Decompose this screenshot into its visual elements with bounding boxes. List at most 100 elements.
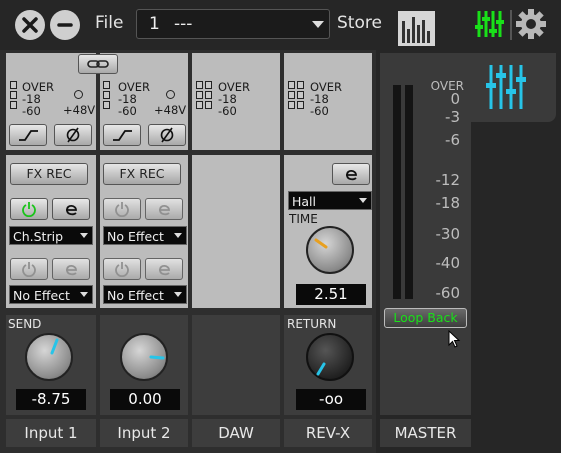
mixer-tab[interactable] <box>471 53 556 122</box>
meter-60-label: -60 <box>218 104 237 118</box>
strip-name-master: MASTER <box>380 419 471 447</box>
input2-effect2-value: No Effect <box>107 288 164 303</box>
input2-effect2-select[interactable]: No Effect <box>103 285 187 304</box>
gear-icon <box>516 9 546 39</box>
input1-level-meter <box>10 81 17 109</box>
edit-effect-icon <box>66 264 77 276</box>
highpass-filter-icon <box>19 130 38 141</box>
input2-fx-rec-button[interactable]: FX REC <box>103 163 181 185</box>
master-scale-3: -3 <box>445 108 460 126</box>
loop-back-button[interactable]: Loop Back <box>384 308 467 328</box>
input1-effect1-power-button[interactable] <box>10 198 48 220</box>
chevron-down-icon <box>80 292 88 297</box>
scene-select[interactable]: 1 --- <box>136 9 330 39</box>
input2-hpf-button[interactable] <box>103 124 141 146</box>
meter-view-button[interactable] <box>398 11 435 46</box>
input1-effect2-power-button[interactable] <box>10 258 48 280</box>
knob-indicator-icon <box>50 338 59 355</box>
meter-led <box>10 91 17 99</box>
meter-led <box>196 91 203 99</box>
link-button[interactable] <box>78 54 118 74</box>
input1-effect1-select[interactable]: Ch.Strip <box>9 226 93 245</box>
input2-level-meter <box>103 81 110 109</box>
chevron-down-icon <box>312 21 324 28</box>
highpass-filter-icon <box>113 130 132 141</box>
scene-number: 1 <box>149 14 160 34</box>
master-scale-18: -18 <box>435 194 461 212</box>
meter-led <box>288 91 295 99</box>
input1-phase-button[interactable] <box>54 124 92 146</box>
meter-led <box>297 91 304 99</box>
input1-effect2-edit-button[interactable] <box>52 258 90 280</box>
meter-led <box>196 81 203 89</box>
daw-meter-labels: OVER -18 -60 <box>218 81 250 117</box>
meter-led <box>196 101 203 109</box>
revx-edit-button[interactable] <box>332 163 370 185</box>
phase-icon <box>66 127 80 143</box>
input1-meter-labels: OVER -18 -60 <box>22 81 54 117</box>
master-scale-0: 0 <box>450 90 460 108</box>
store-button[interactable]: Store <box>337 13 382 33</box>
input1-phantom-label: +48V <box>63 103 96 117</box>
revx-return-knob[interactable] <box>306 333 354 381</box>
input2-effect2-power-button[interactable] <box>103 258 141 280</box>
meter-led <box>297 101 304 109</box>
input2-send-knob[interactable] <box>120 333 168 381</box>
input2-effect1-select[interactable]: No Effect <box>103 226 187 245</box>
reverb-type-select[interactable]: Hall <box>288 191 372 210</box>
mixer-view-button[interactable] <box>474 8 504 40</box>
input1-effect1-value: Ch.Strip <box>13 229 64 244</box>
meter-60-label: -60 <box>22 104 41 118</box>
phase-icon <box>160 127 174 143</box>
power-icon <box>22 202 36 217</box>
knob-indicator-icon <box>149 355 165 360</box>
meter-led <box>103 101 110 109</box>
input1-effect2-select[interactable]: No Effect <box>9 285 93 304</box>
phantom-led-icon <box>74 90 83 99</box>
chevron-down-icon <box>359 198 367 203</box>
meter-led <box>297 81 304 89</box>
time-value-display: 2.51 <box>296 284 366 305</box>
meter-led <box>205 91 212 99</box>
mixer-faders-icon <box>486 65 526 109</box>
time-knob[interactable] <box>306 226 354 274</box>
input2-send-value: 0.00 <box>110 389 180 410</box>
input2-effect1-value: No Effect <box>107 229 164 244</box>
input2-effect2-edit-button[interactable] <box>145 258 183 280</box>
time-label: TIME <box>289 212 318 226</box>
minimize-button[interactable] <box>50 10 80 40</box>
knob-indicator-icon <box>316 362 326 376</box>
settings-button[interactable] <box>515 8 547 40</box>
input1-fx-rec-button[interactable]: FX REC <box>10 163 88 185</box>
power-icon <box>115 262 129 277</box>
link-icon <box>87 60 109 68</box>
input2-phase-button[interactable] <box>148 124 186 146</box>
input2-effect1-edit-button[interactable] <box>145 198 183 220</box>
power-icon <box>22 262 36 277</box>
edit-effect-icon <box>159 204 170 216</box>
toolbar-divider <box>510 10 512 40</box>
daw-fx-section <box>192 155 280 308</box>
input1-hpf-button[interactable] <box>9 124 47 146</box>
master-scale-30: -30 <box>435 225 461 243</box>
strip-name-input2: Input 2 <box>100 419 188 447</box>
strip-name-daw: DAW <box>192 419 280 447</box>
meter-led <box>10 101 17 109</box>
input2-phantom-label: +48V <box>154 103 187 117</box>
input2-effect1-power-button[interactable] <box>103 198 141 220</box>
chevron-down-icon <box>80 233 88 238</box>
meter-bars-icon <box>402 17 430 43</box>
input1-effect1-edit-button[interactable] <box>52 198 90 220</box>
return-label: RETURN <box>287 317 337 331</box>
file-menu[interactable]: File <box>95 13 123 33</box>
meter-60-label: -60 <box>118 104 137 118</box>
input1-send-value: -8.75 <box>16 389 86 410</box>
edit-effect-icon <box>346 169 357 181</box>
meter-led <box>10 81 17 89</box>
meter-led <box>103 91 110 99</box>
input1-send-knob[interactable] <box>25 333 73 381</box>
mouse-cursor-icon <box>448 330 461 348</box>
power-icon <box>115 202 129 217</box>
meter-led <box>288 81 295 89</box>
close-button[interactable] <box>15 10 45 40</box>
